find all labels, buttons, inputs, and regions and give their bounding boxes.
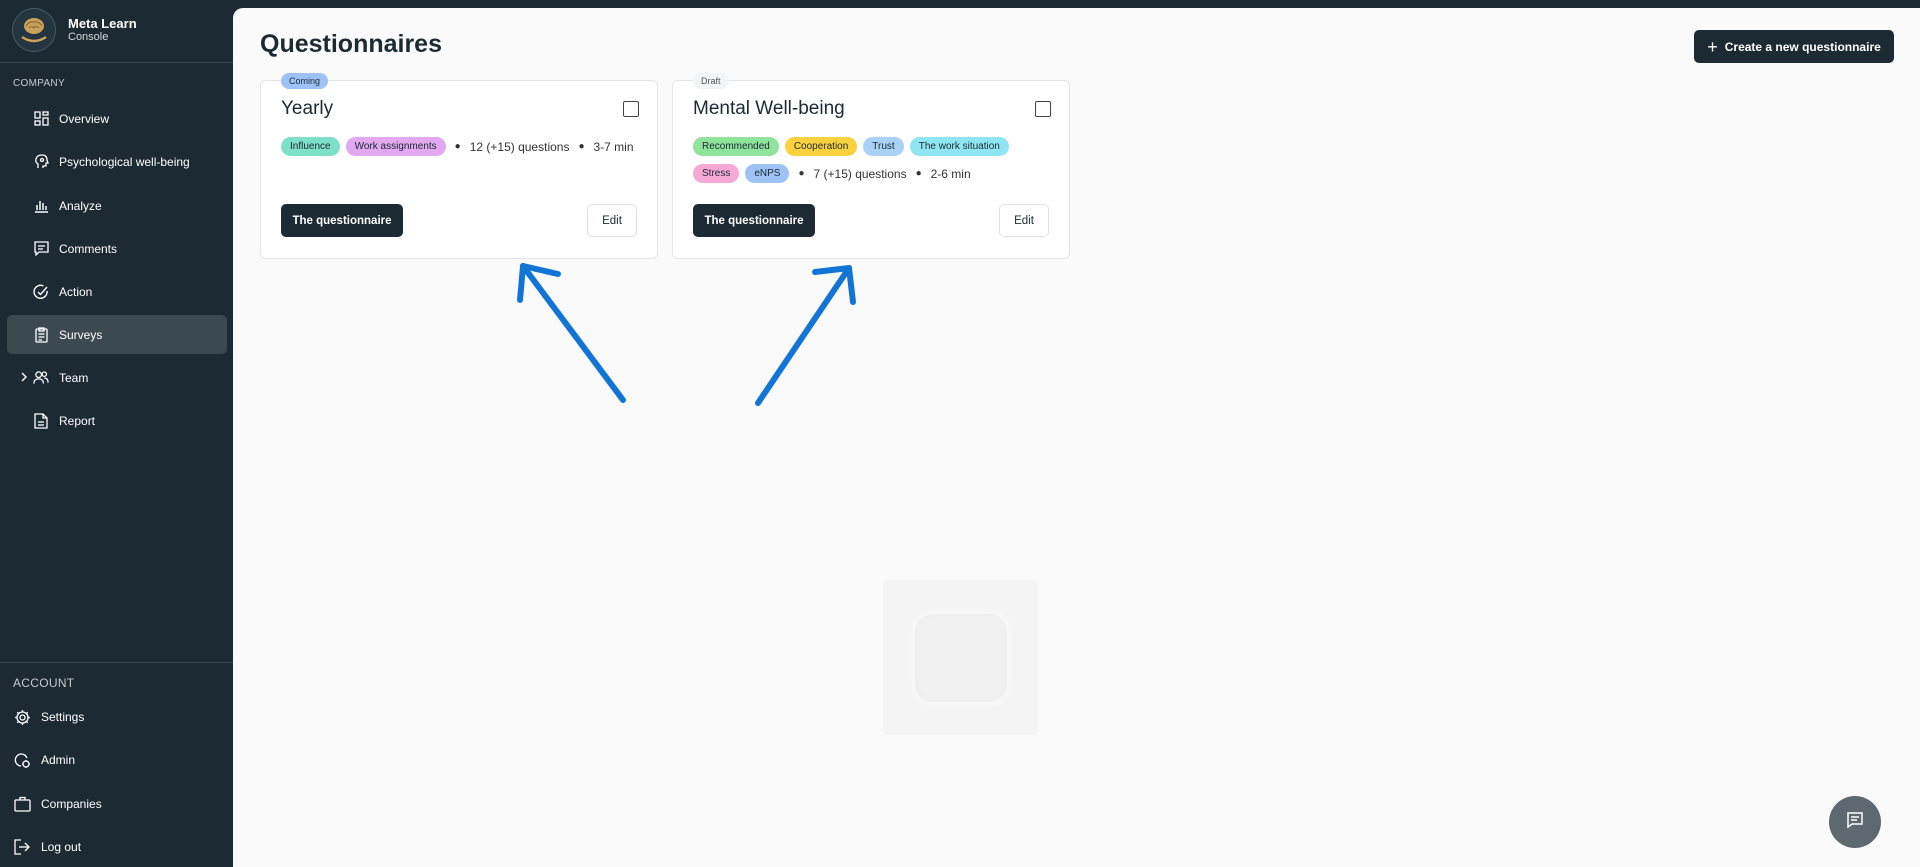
sidebar-item-label: Overview: [59, 111, 110, 126]
sidebar-item-label: Settings: [41, 710, 85, 724]
sidebar-item-label: Analyze: [59, 198, 102, 213]
status-badge: Coming: [281, 73, 329, 89]
sidebar-item-analyze[interactable]: Analyze: [7, 186, 227, 225]
sidebar-item-action[interactable]: Action: [7, 272, 227, 311]
question-count: 12 (+15) questions: [469, 139, 570, 154]
sidebar-item-label: Comments: [59, 241, 118, 256]
tag: Work assignments: [345, 137, 446, 156]
sidebar-item-label: Action: [59, 284, 93, 299]
status-badge: Draft: [693, 73, 729, 89]
chevron-right-icon[interactable]: [18, 371, 30, 383]
arrow-up-right-icon: [755, 265, 856, 406]
brand-subtitle: Console: [68, 31, 109, 44]
check-circle-icon: [33, 284, 49, 300]
placeholder-image: [883, 580, 1038, 735]
sidebar-item-label: Report: [59, 413, 96, 428]
edit-button[interactable]: Edit: [999, 204, 1049, 237]
card-meta: Recommended Cooperation Trust The work s…: [693, 137, 1053, 183]
tag: eNPS: [745, 164, 790, 183]
comment-icon: [33, 241, 49, 257]
sidebar-divider: [0, 662, 233, 663]
sidebar-item-admin[interactable]: Admin: [13, 749, 75, 771]
main-content: Questionnaires + Create a new questionna…: [233, 8, 1920, 867]
sidebar-item-psychological-well-being[interactable]: Psychological well-being: [7, 142, 227, 181]
sidebar-item-overview[interactable]: Overview: [7, 99, 227, 138]
tag: Influence: [281, 137, 340, 156]
create-questionnaire-button[interactable]: + Create a new questionnaire: [1694, 30, 1894, 63]
admin-icon: [13, 751, 31, 769]
sidebar-item-report[interactable]: Report: [7, 401, 227, 440]
duration: 3-7 min: [593, 139, 634, 154]
sidebar-item-label: Companies: [41, 797, 102, 811]
clipboard-icon: [33, 326, 49, 343]
card-title: Mental Well-being: [693, 98, 845, 119]
brain-logo-icon: [12, 8, 56, 52]
head-icon: [33, 154, 49, 170]
tag: Cooperation: [784, 137, 858, 156]
sidebar-item-label: Team: [59, 370, 89, 385]
sidebar-item-label: Log out: [41, 840, 82, 854]
card-meta: Influence Work assignments ● 12 (+15) qu…: [281, 137, 641, 156]
sidebar-item-companies[interactable]: Companies: [13, 793, 102, 815]
grid-icon: [33, 111, 49, 127]
page-title: Questionnaires: [260, 30, 442, 58]
sidebar-item-settings[interactable]: Settings: [13, 706, 84, 728]
arrow-up-left-icon: [517, 263, 626, 403]
bar-chart-icon: [33, 198, 49, 214]
sidebar: Meta Learn Console COMPANY Overview Psyc…: [0, 0, 233, 867]
tag: Stress: [693, 164, 740, 183]
chat-button[interactable]: [1829, 796, 1881, 848]
sidebar-item-comments[interactable]: Comments: [7, 229, 227, 268]
tag: Trust: [863, 137, 904, 156]
tag: The work situation: [909, 137, 1009, 156]
tag: Recommended: [693, 137, 779, 156]
sidebar-item-log-out[interactable]: Log out: [13, 836, 81, 858]
sidebar-item-label: Admin: [41, 753, 76, 767]
account-section-label: ACCOUNT: [13, 676, 75, 690]
select-checkbox[interactable]: [623, 101, 639, 117]
questionnaire-card: Draft Mental Well-being Recommended Coop…: [672, 73, 1070, 259]
sidebar-item-label: Psychological well-being: [59, 154, 190, 169]
sidebar-divider: [0, 62, 233, 63]
chat-icon: [1846, 811, 1864, 834]
logout-icon: [13, 838, 31, 856]
brand[interactable]: Meta Learn Console: [12, 8, 137, 52]
brand-name: Meta Learn: [68, 15, 137, 31]
sidebar-item-team[interactable]: Team: [7, 358, 227, 397]
plus-icon: +: [1707, 36, 1718, 57]
gear-icon: [13, 708, 31, 726]
questionnaire-card: Coming Yearly Influence Work assignments…: [260, 73, 658, 259]
sidebar-item-surveys[interactable]: Surveys: [7, 315, 227, 354]
users-icon: [33, 370, 49, 386]
select-checkbox[interactable]: [1035, 101, 1051, 117]
edit-button[interactable]: Edit: [587, 204, 637, 237]
duration: 2-6 min: [930, 166, 971, 181]
card-title: Yearly: [281, 98, 334, 119]
question-count: 7 (+15) questions: [813, 166, 907, 181]
open-questionnaire-button[interactable]: The questionnaire: [281, 204, 403, 237]
sidebar-item-label: Surveys: [59, 327, 103, 342]
create-questionnaire-label: Create a new questionnaire: [1724, 39, 1881, 54]
document-icon: [33, 412, 49, 429]
open-questionnaire-button[interactable]: The questionnaire: [693, 204, 815, 237]
company-section-label: COMPANY: [13, 78, 65, 89]
briefcase-icon: [13, 795, 31, 813]
